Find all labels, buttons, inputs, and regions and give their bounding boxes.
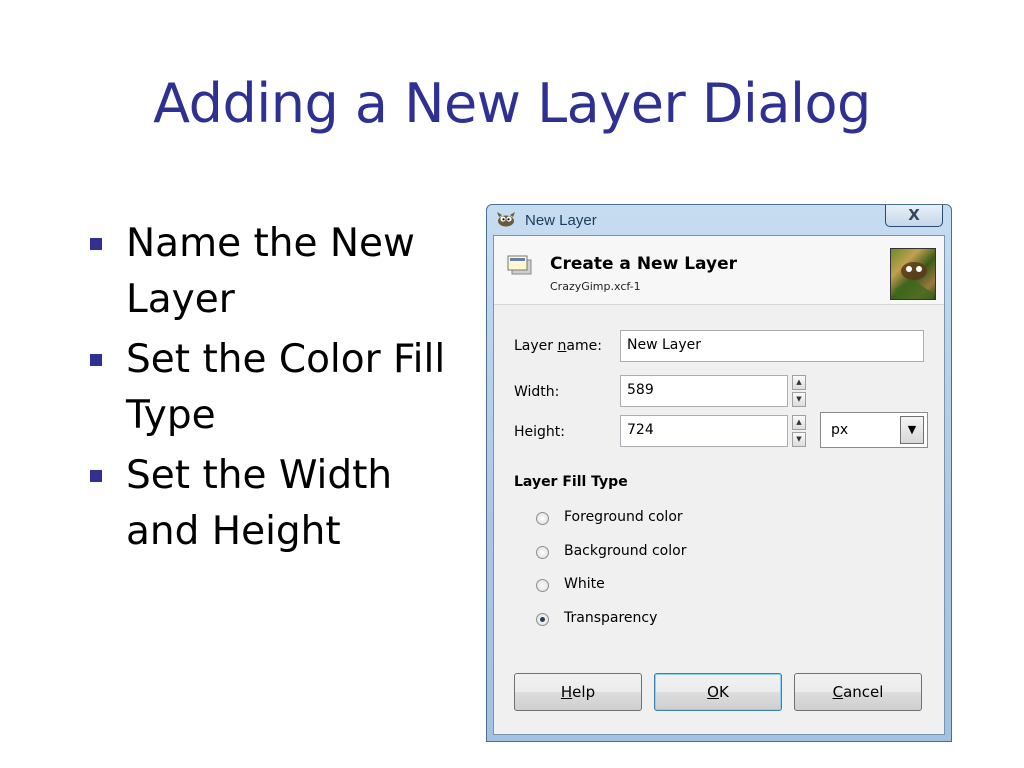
help-button[interactable]: Help: [514, 673, 642, 711]
close-icon: X: [908, 206, 920, 224]
bullet-item: Name the New Layer: [88, 216, 468, 328]
slide-title: Adding a New Layer Dialog: [153, 72, 871, 135]
header-subtitle: CrazyGimp.xcf-1: [550, 280, 641, 293]
thumbnail-art: [895, 262, 933, 299]
spin-down-icon[interactable]: ▼: [792, 392, 806, 407]
gimp-app-icon: [497, 212, 515, 227]
layer-name-label: Layer name:: [514, 338, 602, 354]
bullet-text: Name the New Layer: [126, 221, 415, 322]
title-bar[interactable]: New Layer X: [487, 205, 951, 235]
radio-label[interactable]: Background color: [564, 543, 686, 559]
dialog-body: Create a New Layer CrazyGimp.xcf-1 Layer…: [493, 235, 945, 735]
window-title: New Layer: [525, 212, 597, 229]
radio-button-selected[interactable]: [536, 613, 549, 626]
new-layer-window: New Layer X Create a New Layer CrazyGimp…: [486, 204, 952, 742]
radio-label[interactable]: White: [564, 576, 605, 592]
header-title: Create a New Layer: [550, 254, 737, 274]
bullet-square-icon: [90, 354, 102, 366]
cancel-button[interactable]: Cancel: [794, 673, 922, 711]
radio-label[interactable]: Foreground color: [564, 509, 683, 525]
dropdown-arrow-icon[interactable]: ▼: [900, 416, 924, 444]
ok-button[interactable]: OK: [654, 673, 782, 711]
bullet-text: Set the Width and Height: [126, 453, 393, 554]
dialog-header: Create a New Layer CrazyGimp.xcf-1: [494, 236, 944, 305]
layer-icon: [507, 255, 532, 275]
spin-up-icon[interactable]: ▲: [792, 375, 806, 390]
layer-name-input[interactable]: New Layer: [620, 330, 924, 362]
height-label: Height:: [514, 424, 565, 440]
bullet-text: Set the Color Fill Type: [126, 337, 446, 438]
height-input[interactable]: 724: [620, 415, 788, 447]
bullet-square-icon: [90, 238, 102, 250]
radio-label[interactable]: Transparency: [564, 610, 657, 626]
radio-button[interactable]: [536, 546, 549, 559]
bullet-item: Set the Width and Height: [88, 448, 468, 560]
width-label: Width:: [514, 384, 560, 400]
spin-down-icon[interactable]: ▼: [792, 432, 806, 447]
close-button[interactable]: X: [885, 205, 943, 227]
spin-up-icon[interactable]: ▲: [792, 415, 806, 430]
image-thumbnail: [890, 248, 936, 300]
radio-button[interactable]: [536, 512, 549, 525]
bullet-item: Set the Color Fill Type: [88, 332, 468, 444]
radio-button[interactable]: [536, 579, 549, 592]
width-input[interactable]: 589: [620, 375, 788, 407]
bullet-square-icon: [90, 470, 102, 482]
unit-value: px: [831, 422, 849, 438]
fill-type-heading: Layer Fill Type: [514, 474, 628, 490]
unit-select[interactable]: px ▼: [820, 412, 928, 448]
bullet-list: Name the New Layer Set the Color Fill Ty…: [88, 216, 468, 564]
width-spinner[interactable]: ▲ ▼: [792, 375, 806, 407]
height-spinner[interactable]: ▲ ▼: [792, 415, 806, 447]
